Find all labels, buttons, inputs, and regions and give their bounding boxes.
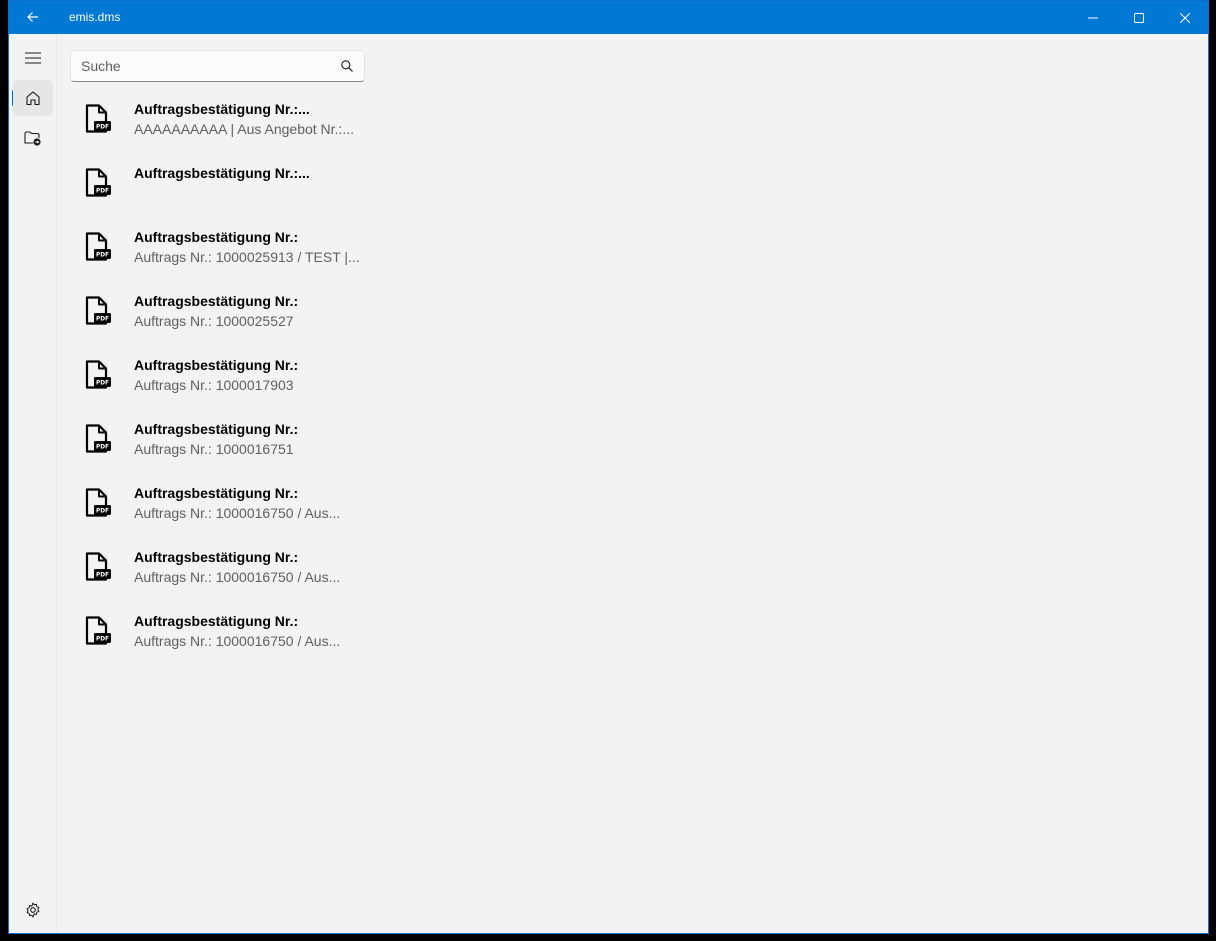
search-input[interactable] [71,51,333,81]
document-title: Auftragsbestätigung Nr.: [134,229,299,245]
document-subtitle: Auftrags Nr.: 1000025913 / TEST |... [134,249,360,265]
document-list-item[interactable]: PDF Auftragsbestätigung Nr.: Auftrags Nr… [70,606,390,670]
settings-button[interactable] [13,892,53,928]
home-icon [26,91,40,106]
document-list: PDF Auftragsbestätigung Nr.:... AAAAAAAA… [70,94,390,670]
svg-text:PDF: PDF [96,381,109,387]
navigation-rail [9,34,57,933]
svg-text:PDF: PDF [96,125,109,131]
document-list-item[interactable]: PDF Auftragsbestätigung Nr.: Auftrags Nr… [70,350,390,414]
document-title: Auftragsbestätigung Nr.: [134,293,299,309]
document-list-item[interactable]: PDF Auftragsbestätigung Nr.: Auftrags Nr… [70,478,390,542]
maximize-icon [1134,12,1144,23]
svg-text:PDF: PDF [96,253,109,259]
pdf-file-icon: PDF [85,104,111,133]
document-list-item[interactable]: PDF Auftragsbestätigung Nr.:... [70,158,390,222]
search-icon[interactable] [340,59,354,73]
document-title: Auftragsbestätigung Nr.:... [134,101,310,117]
svg-text:PDF: PDF [96,637,109,643]
app-window: emis.dms Suche PDF Auftragsbestätigung N… [8,0,1209,934]
hamburger-menu-button[interactable] [13,40,53,76]
nav-item-home[interactable] [13,80,53,116]
svg-text:PDF: PDF [96,573,109,579]
pdf-file-icon: PDF [85,424,111,453]
document-list-item[interactable]: PDF Auftragsbestätigung Nr.: Auftrags Nr… [70,286,390,350]
maximize-button[interactable] [1116,1,1162,34]
pdf-file-icon: PDF [85,296,111,325]
pdf-file-icon: PDF [85,168,111,197]
document-subtitle: Auftrags Nr.: 1000016750 / Aus... [134,505,341,521]
document-title: Auftragsbestätigung Nr.:... [134,165,310,181]
document-subtitle: Auftrags Nr.: 1000017903 [134,377,294,393]
svg-text:PDF: PDF [96,445,109,451]
document-title: Auftragsbestätigung Nr.: [134,613,299,629]
svg-text:PDF: PDF [96,317,109,323]
svg-text:PDF: PDF [96,509,109,515]
pdf-file-icon: PDF [85,488,111,517]
document-title: Auftragsbestätigung Nr.: [134,549,299,565]
nav-item-folder-export[interactable] [13,120,53,156]
minimize-icon [1088,17,1098,18]
hamburger-menu-icon [25,52,41,64]
document-subtitle: AAAAAAAAAA | Aus Angebot Nr.:... [134,121,354,137]
document-list-item[interactable]: PDF Auftragsbestätigung Nr.: Auftrags Nr… [70,542,390,606]
search-box [70,50,365,82]
document-list-item[interactable]: PDF Auftragsbestätigung Nr.: Auftrags Nr… [70,414,390,478]
title-bar: emis.dms [9,1,1208,34]
document-list-item[interactable]: PDF Auftragsbestätigung Nr.: Auftrags Nr… [70,222,390,286]
document-subtitle: Auftrags Nr.: 1000016751 [134,441,294,457]
document-title: Auftragsbestätigung Nr.: [134,421,299,437]
main-content: PDF Auftragsbestätigung Nr.:... AAAAAAAA… [58,34,1208,933]
pdf-file-icon: PDF [85,616,111,645]
arrow-left-icon [27,12,38,22]
document-title: Auftragsbestätigung Nr.: [134,357,299,373]
back-button[interactable] [21,6,45,28]
pdf-file-icon: PDF [85,360,111,389]
gear-icon [26,902,40,918]
pdf-file-icon: PDF [85,232,111,261]
svg-text:PDF: PDF [96,189,109,195]
document-subtitle: Auftrags Nr.: 1000025527 [134,313,294,329]
close-button[interactable] [1162,1,1208,34]
document-title: Auftragsbestätigung Nr.: [134,485,299,501]
window-title: emis.dms [69,10,121,24]
pdf-file-icon: PDF [85,552,111,581]
document-subtitle: Auftrags Nr.: 1000016750 / Aus... [134,633,341,649]
folder-export-icon [24,131,41,146]
minimize-button[interactable] [1070,1,1116,34]
document-list-item[interactable]: PDF Auftragsbestätigung Nr.:... AAAAAAAA… [70,94,390,158]
document-subtitle: Auftrags Nr.: 1000016750 / Aus... [134,569,341,585]
close-icon [1180,12,1190,23]
